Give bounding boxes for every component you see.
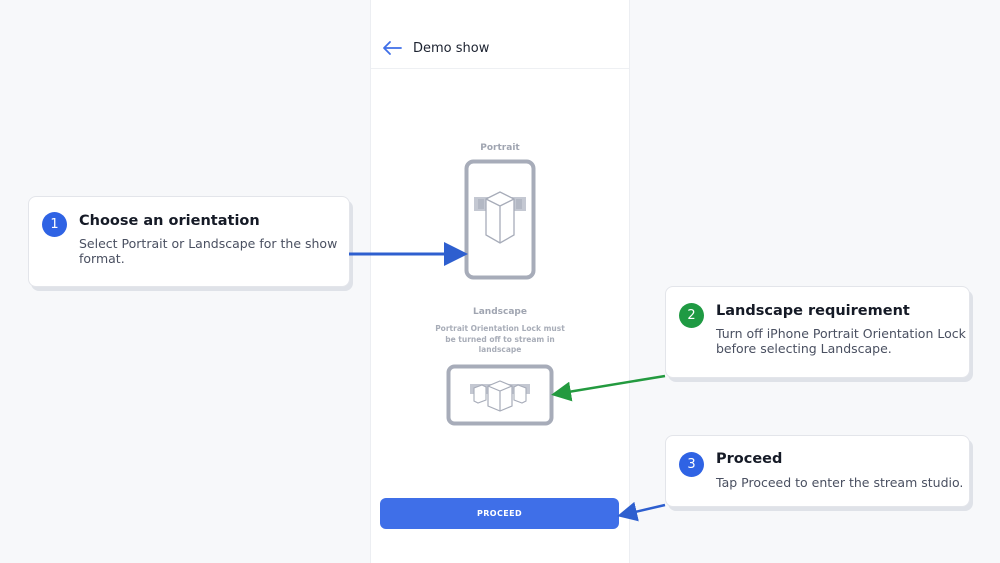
proceed-button[interactable]: PROCEED <box>380 498 619 529</box>
arrow-left-icon <box>383 41 402 55</box>
callout-body: Select Portrait or Landscape for the sho… <box>79 236 338 266</box>
portrait-label: Portrait <box>480 143 520 153</box>
callout-body: Turn off iPhone Portrait Orientation Loc… <box>716 326 966 356</box>
callout-orientation: 1 Choose an orientation Select Portrait … <box>28 196 350 287</box>
top-bar: Demo show <box>371 28 629 69</box>
callout-proceed: 3 Proceed Tap Proceed to enter the strea… <box>665 435 970 507</box>
landscape-note: Portrait Orientation Lock must be turned… <box>435 324 565 354</box>
callout-title: Proceed <box>716 451 783 467</box>
back-button[interactable] <box>381 38 403 58</box>
phone-screen: Demo show Portrait Landscape Portrait Or… <box>370 0 630 563</box>
landscape-option[interactable] <box>446 364 554 426</box>
landscape-label: Landscape <box>473 307 527 317</box>
step-badge: 1 <box>42 212 67 237</box>
screen-title: Demo show <box>413 41 490 56</box>
callout-body: Tap Proceed to enter the stream studio. <box>716 475 964 490</box>
portrait-phone-icon <box>464 159 536 280</box>
portrait-option[interactable] <box>464 159 536 280</box>
step-badge: 2 <box>679 303 704 328</box>
callout-landscape-requirement: 2 Landscape requirement Turn off iPhone … <box>665 286 970 378</box>
step-badge: 3 <box>679 452 704 477</box>
callout-title: Choose an orientation <box>79 213 260 229</box>
callout-title: Landscape requirement <box>716 303 910 319</box>
landscape-phone-icon <box>446 364 554 426</box>
